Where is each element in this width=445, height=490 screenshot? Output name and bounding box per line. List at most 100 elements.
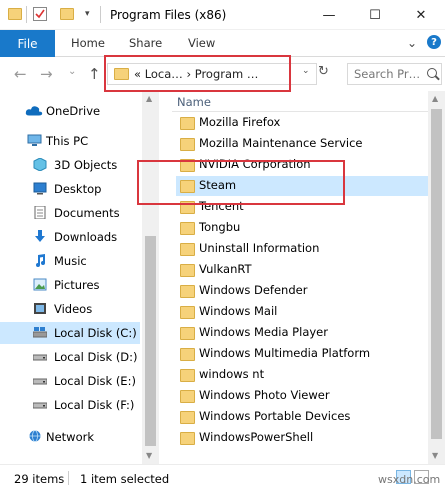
- sidebar-scrollbar[interactable]: ▲ ▼: [142, 91, 159, 464]
- up-icon[interactable]: ↑: [88, 65, 101, 83]
- list-item[interactable]: Windows Mail: [176, 302, 428, 322]
- folder-icon: [180, 411, 195, 424]
- tab-view[interactable]: View: [188, 36, 215, 50]
- sidebar-item-documents[interactable]: Documents: [0, 202, 140, 224]
- sidebar-item-label: Videos: [54, 302, 93, 316]
- sidebar-item-local-disk-c[interactable]: Local Disk (C:): [0, 322, 140, 344]
- folder-icon: [180, 369, 195, 382]
- list-item[interactable]: Windows Media Player: [176, 323, 428, 343]
- search-box[interactable]: [347, 63, 442, 85]
- sidebar-item-downloads[interactable]: Downloads: [0, 226, 140, 248]
- list-item[interactable]: Windows Portable Devices: [176, 407, 428, 427]
- list-item[interactable]: Windows Multimedia Platform: [176, 344, 428, 364]
- file-list-scrollbar[interactable]: ▲ ▼: [428, 91, 445, 464]
- list-item-label: Tencent: [199, 199, 244, 213]
- tab-home[interactable]: Home: [71, 36, 105, 50]
- scroll-down-arrow-icon[interactable]: ▼: [146, 451, 152, 460]
- watermark: wsxdn.com: [378, 473, 441, 486]
- list-item[interactable]: NVIDIA Corporation: [176, 155, 428, 175]
- folder-icon: [180, 117, 195, 130]
- folder-icon: [180, 159, 195, 172]
- sidebar-item-label: Local Disk (F:): [54, 398, 135, 412]
- sidebar-item-this-pc[interactable]: This PC: [0, 130, 140, 152]
- tab-share[interactable]: Share: [129, 36, 162, 50]
- folder-icon: [180, 180, 195, 193]
- address-bar[interactable]: « Loca… › Program …: [107, 63, 317, 85]
- list-item[interactable]: Steam: [176, 176, 428, 196]
- sidebar-item-local-disk-d[interactable]: Local Disk (D:): [0, 346, 140, 368]
- folder-icon: [180, 285, 195, 298]
- list-item[interactable]: VulkanRT: [176, 260, 428, 280]
- pictures-icon: [33, 278, 47, 291]
- search-input[interactable]: [354, 67, 424, 81]
- sidebar-item-network[interactable]: Network: [0, 426, 140, 448]
- list-item-label: WindowsPowerShell: [199, 430, 314, 444]
- computer-icon: [27, 134, 42, 146]
- sidebar-item-label: 3D Objects: [54, 158, 118, 172]
- folder-icon: [8, 8, 22, 20]
- sidebar-item-label: OneDrive: [46, 104, 101, 118]
- back-icon[interactable]: ←: [14, 65, 27, 83]
- videos-icon: [34, 303, 46, 314]
- address-path[interactable]: « Loca… › Program …: [134, 67, 258, 81]
- sidebar-item-label: Documents: [54, 206, 120, 220]
- list-item-label: Windows Portable Devices: [199, 409, 351, 423]
- scroll-down-arrow-icon[interactable]: ▼: [432, 451, 438, 460]
- properties-icon[interactable]: [33, 7, 47, 21]
- documents-icon: [34, 206, 46, 219]
- sidebar-scroll-thumb[interactable]: [145, 236, 156, 446]
- list-item[interactable]: Mozilla Maintenance Service: [176, 134, 428, 154]
- customize-qat-icon[interactable]: ▾: [85, 9, 99, 21]
- sidebar-item-onedrive[interactable]: OneDrive: [0, 100, 140, 122]
- address-history-icon[interactable]: ⌄: [302, 66, 310, 76]
- scroll-up-arrow-icon[interactable]: ▲: [432, 94, 438, 103]
- ribbon-expand-icon[interactable]: ⌄: [407, 36, 417, 50]
- list-item[interactable]: Tencent: [176, 197, 428, 217]
- download-icon: [35, 230, 45, 242]
- folder-icon: [180, 390, 195, 403]
- list-item-label: Windows Mail: [199, 304, 278, 318]
- sidebar-item-desktop[interactable]: Desktop: [0, 178, 140, 200]
- close-button[interactable]: ✕: [398, 0, 444, 30]
- sidebar-item-3d-objects[interactable]: 3D Objects: [0, 154, 140, 176]
- sidebar-item-local-disk-e[interactable]: Local Disk (E:): [0, 370, 140, 392]
- help-icon[interactable]: ?: [427, 35, 441, 49]
- list-item-label: Mozilla Maintenance Service: [199, 136, 363, 150]
- list-item[interactable]: Tongbu: [176, 218, 428, 238]
- sidebar-item-label: Local Disk (E:): [54, 374, 136, 388]
- window-title: Program Files (x86): [110, 8, 227, 22]
- list-item[interactable]: Windows Photo Viewer: [176, 386, 428, 406]
- status-separator: [68, 471, 69, 485]
- scroll-up-arrow-icon[interactable]: ▲: [146, 94, 152, 103]
- list-item[interactable]: windows nt: [176, 365, 428, 385]
- list-item-label: Windows Photo Viewer: [199, 388, 330, 402]
- sidebar-item-label: Local Disk (C:): [54, 326, 137, 340]
- search-icon[interactable]: [427, 68, 437, 78]
- sidebar-item-pictures[interactable]: Pictures: [0, 274, 140, 296]
- column-header-name[interactable]: Name: [177, 95, 211, 109]
- sidebar-item-videos[interactable]: Videos: [0, 298, 140, 320]
- tab-file[interactable]: File: [0, 30, 55, 57]
- sidebar-item-local-disk-f[interactable]: Local Disk (F:): [0, 394, 140, 416]
- selection-count: 1 item selected: [80, 472, 170, 486]
- folder-icon: [180, 243, 195, 256]
- sidebar-item-music[interactable]: Music: [0, 250, 140, 272]
- recent-locations-icon[interactable]: ⌄: [68, 66, 76, 77]
- new-folder-icon[interactable]: [60, 8, 74, 20]
- sidebar-item-label: Pictures: [54, 278, 100, 292]
- list-item[interactable]: WindowsPowerShell: [176, 428, 428, 448]
- status-bar: 29 items 1 item selected wsxdn.com: [0, 464, 445, 490]
- folder-icon: [180, 201, 195, 214]
- qat-separator: [26, 6, 27, 23]
- file-list-scroll-thumb[interactable]: [431, 109, 442, 439]
- list-item[interactable]: Mozilla Firefox: [176, 113, 428, 133]
- refresh-icon[interactable]: ↻: [318, 64, 329, 79]
- minimize-button[interactable]: —: [306, 0, 352, 30]
- item-count: 29 items: [14, 472, 65, 486]
- forward-icon[interactable]: →: [40, 65, 53, 83]
- close-icon: ✕: [415, 7, 427, 23]
- folder-icon: [180, 264, 195, 277]
- maximize-button[interactable]: ☐: [352, 0, 398, 30]
- list-item[interactable]: Windows Defender: [176, 281, 428, 301]
- list-item[interactable]: Uninstall Information: [176, 239, 428, 259]
